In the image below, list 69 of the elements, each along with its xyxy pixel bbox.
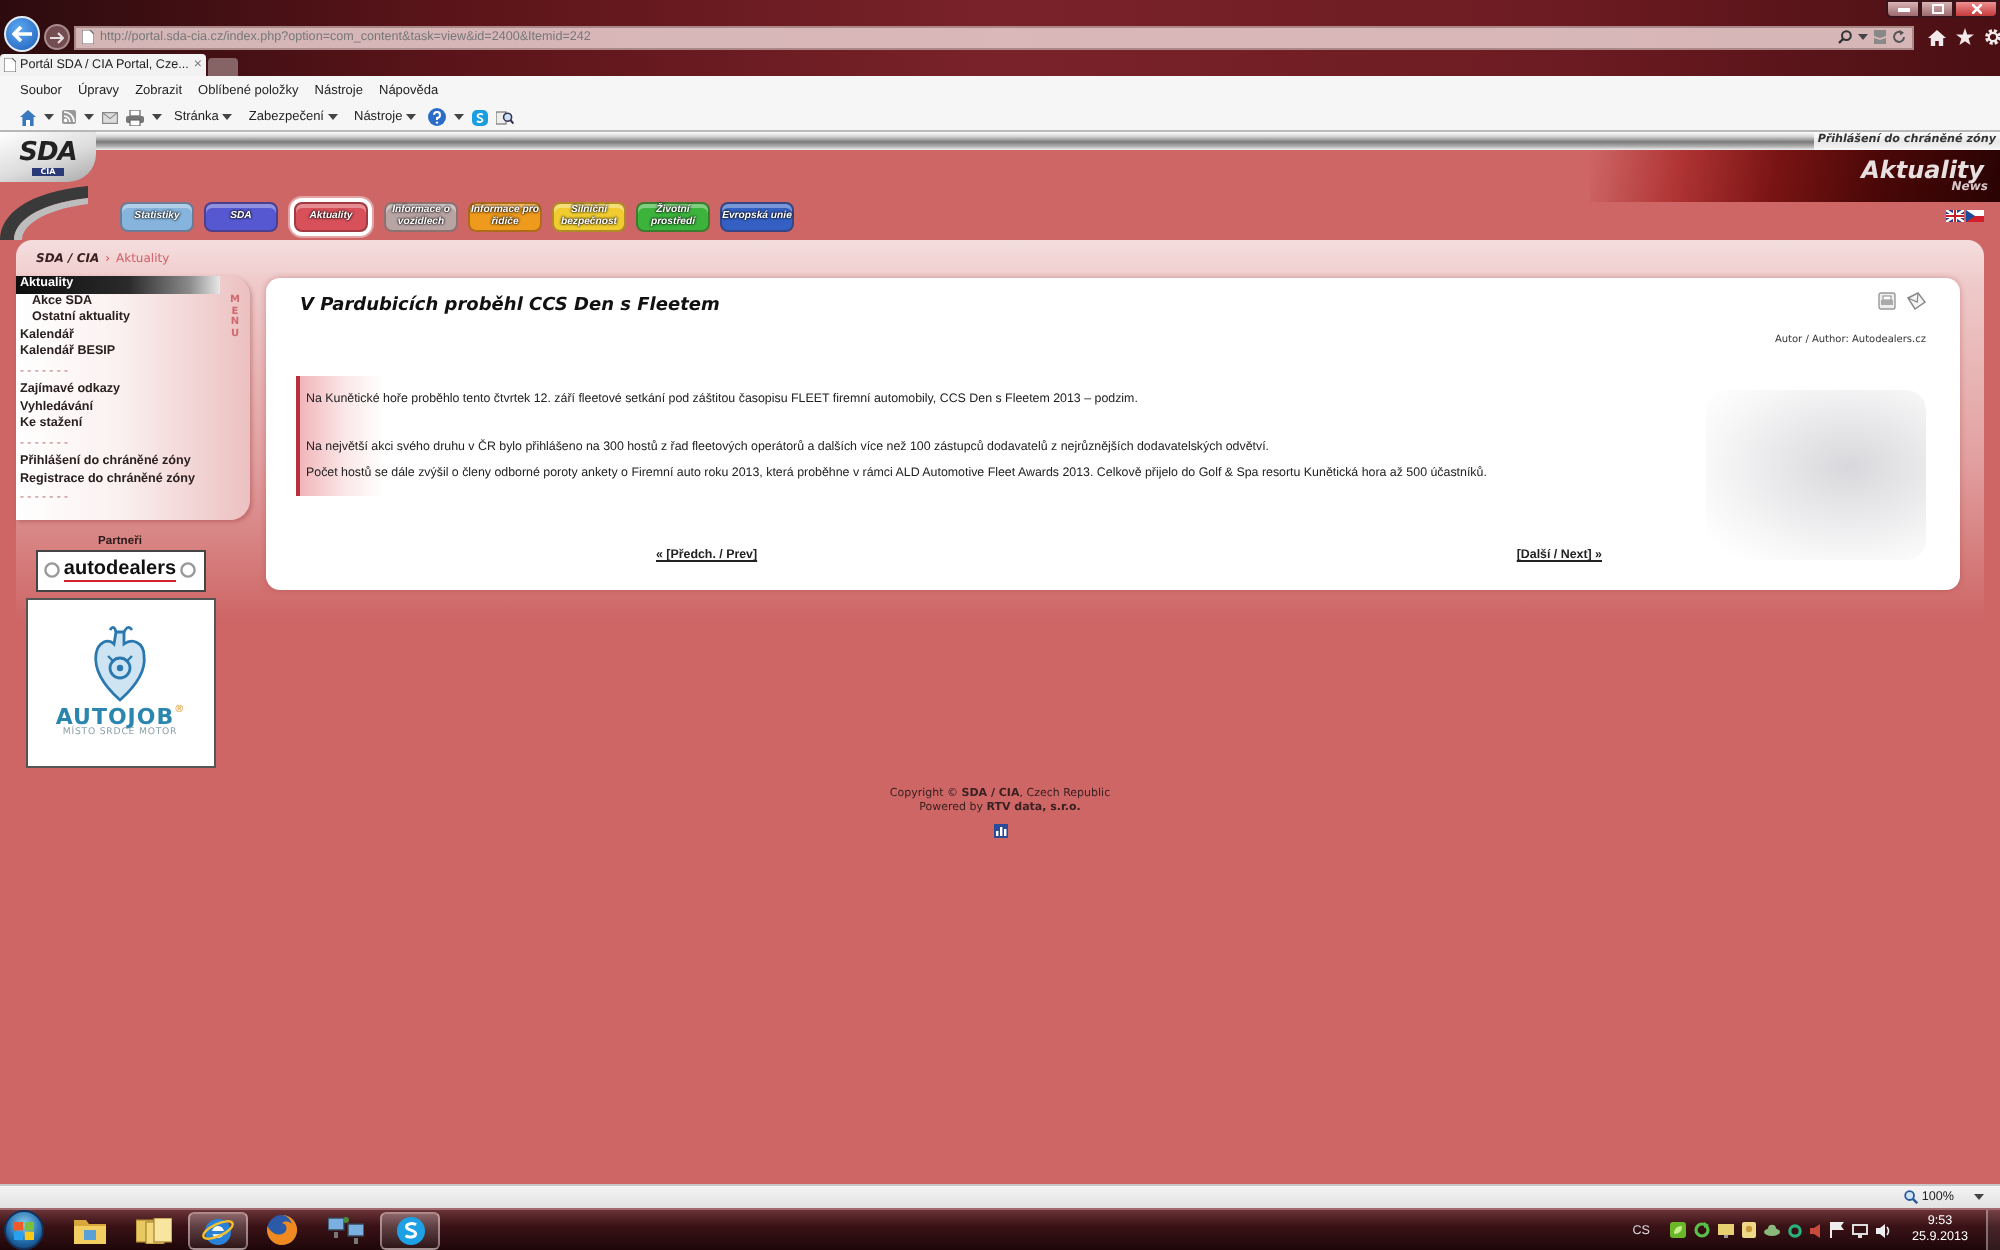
logo-text: SDA — [19, 139, 77, 165]
ring-icon[interactable] — [1787, 1223, 1802, 1237]
home-icon[interactable] — [1928, 29, 1946, 45]
czech-flag-icon[interactable] — [1966, 210, 1984, 222]
caret-icon[interactable] — [44, 114, 54, 120]
minimize-button[interactable] — [1886, 0, 1920, 18]
logo-text: AUTOJOB — [55, 706, 175, 729]
folders-icon — [136, 1217, 172, 1243]
taskbar-app-button[interactable] — [380, 1211, 440, 1249]
taskbar-app-button[interactable] — [188, 1211, 248, 1249]
search-icon[interactable] — [1838, 30, 1852, 44]
caret-icon — [1974, 1194, 1984, 1200]
caret-icon[interactable] — [1858, 34, 1868, 40]
browser-icon — [202, 1215, 234, 1245]
caret-icon — [328, 114, 338, 120]
banner-title: Aktuality — [1861, 158, 1984, 182]
leaf-icon[interactable] — [1669, 1222, 1686, 1238]
print-icon[interactable] — [126, 109, 144, 125]
ring-icon — [180, 562, 197, 578]
ring-icon — [43, 562, 60, 578]
speaker-icon[interactable] — [1809, 1223, 1822, 1237]
chat-icon — [395, 1215, 425, 1245]
forward-button[interactable] — [44, 24, 70, 50]
caret-icon[interactable] — [454, 114, 465, 120]
maximize-button[interactable] — [1920, 0, 1954, 18]
refresh-icon[interactable] — [1693, 1222, 1710, 1238]
network-icon — [328, 1216, 364, 1244]
zoom-icon — [1903, 1190, 1918, 1204]
start-button[interactable] — [4, 1210, 44, 1250]
screen-icon[interactable] — [1851, 1223, 1868, 1237]
partner-logo[interactable]: autodealers — [35, 549, 205, 591]
caret-icon[interactable] — [84, 114, 94, 120]
page-icon — [4, 58, 16, 72]
heart-icon — [90, 624, 150, 705]
article-title: V Pardubicích proběhl CCS Den s Fleetem — [300, 294, 722, 318]
volume-icon[interactable] — [1875, 1223, 1892, 1237]
chat-icon[interactable] — [472, 109, 489, 125]
close-icon — [1971, 4, 1981, 14]
refresh-icon[interactable] — [1892, 30, 1906, 44]
monitor-icon[interactable] — [1717, 1223, 1734, 1237]
uk-flag-icon[interactable] — [1946, 210, 1964, 222]
folder-icon — [74, 1217, 106, 1243]
maximize-icon — [1931, 4, 1943, 14]
minimize-icon — [1897, 7, 1909, 11]
back-button[interactable] — [4, 15, 40, 51]
star-icon[interactable] — [1956, 28, 1974, 46]
feed-icon[interactable] — [62, 110, 76, 124]
mail-icon[interactable] — [102, 111, 118, 123]
note-icon[interactable] — [1741, 1222, 1756, 1238]
caret-icon[interactable] — [152, 114, 162, 120]
close-button[interactable] — [1954, 0, 1998, 18]
email-icon[interactable] — [1906, 292, 1926, 310]
flag-icon[interactable] — [1829, 1222, 1844, 1238]
back-arrow-icon — [12, 25, 32, 41]
research-icon[interactable] — [496, 109, 515, 125]
help-icon[interactable] — [428, 108, 447, 126]
forward-arrow-icon — [50, 31, 64, 43]
page-icon — [82, 30, 94, 44]
bar-chart-icon[interactable] — [993, 823, 1007, 837]
show-desktop-button[interactable] — [1986, 1209, 2000, 1250]
cloud-icon[interactable] — [1763, 1224, 1780, 1236]
home-page-icon[interactable] — [20, 109, 36, 125]
globe-icon — [266, 1214, 298, 1246]
logo-text: autodealers — [63, 559, 177, 581]
caret-icon — [222, 114, 233, 120]
curve-drawing — [0, 186, 88, 240]
windows-logo-icon — [14, 1221, 34, 1239]
settings-icon[interactable] — [1984, 28, 2000, 46]
caret-icon — [406, 114, 417, 120]
